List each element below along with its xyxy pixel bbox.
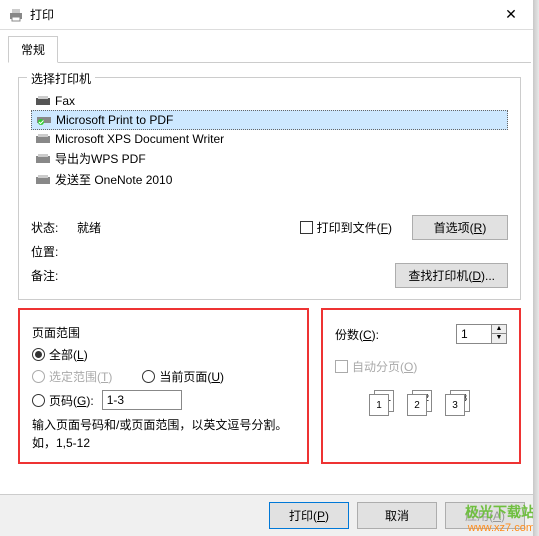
page-stack: 3 3 xyxy=(443,390,475,418)
tab-general[interactable]: 常规 xyxy=(8,36,58,63)
apply-button: 应用(A) xyxy=(445,502,525,529)
printer-item[interactable]: Fax xyxy=(31,92,508,110)
fax-icon xyxy=(35,94,51,108)
dialog-content: 选择打印机 Fax Microsoft Print to PDF Microso… xyxy=(0,63,539,478)
page-stack: 1 1 xyxy=(367,390,399,418)
radio-selection xyxy=(32,370,45,383)
print-button[interactable]: 打印(P) xyxy=(269,502,349,529)
spinner-down[interactable]: ▼ xyxy=(492,334,506,343)
printer-item[interactable]: 导出为WPS PDF xyxy=(31,148,508,169)
page-range-title: 页面范围 xyxy=(32,324,295,341)
printer-group-title: 选择打印机 xyxy=(27,70,95,87)
spinner-up[interactable]: ▲ xyxy=(492,325,506,334)
checkbox-icon xyxy=(335,360,348,373)
collate-checkbox: 自动分页(O) xyxy=(335,358,417,375)
status-row: 状态: 就绪 打印到文件(F) 首选项(R) xyxy=(31,215,508,240)
print-to-file-label: 打印到文件(F) xyxy=(317,219,392,236)
collate-illustration: 1 1 2 2 3 3 xyxy=(335,390,507,418)
print-to-file-checkbox[interactable]: 打印到文件(F) xyxy=(300,219,392,236)
comment-row: 备注: 查找打印机(D)... xyxy=(31,263,508,288)
radio-all[interactable] xyxy=(32,348,45,361)
printer-item[interactable]: Microsoft Print to PDF xyxy=(31,110,508,130)
comment-label: 备注: xyxy=(31,267,77,284)
printer-name: Microsoft Print to PDF xyxy=(56,113,173,127)
radio-current-label: 当前页面(U) xyxy=(159,368,224,385)
printer-item[interactable]: Microsoft XPS Document Writer xyxy=(31,130,508,148)
copies-input[interactable] xyxy=(457,325,491,343)
copies-group: 份数(C): ▲ ▼ 自动分页(O) 1 1 xyxy=(321,308,521,464)
dialog-footer: 打印(P) 取消 应用(A) xyxy=(0,494,539,536)
printer-icon xyxy=(35,132,51,146)
radio-pages[interactable] xyxy=(32,394,45,407)
close-button[interactable]: ✕ xyxy=(491,1,531,29)
status-label: 状态: xyxy=(31,219,77,236)
location-row: 位置: xyxy=(31,243,508,260)
printer-name: 导出为WPS PDF xyxy=(55,150,146,167)
titlebar: 打印 ✕ xyxy=(0,0,539,30)
pages-input[interactable] xyxy=(102,390,182,410)
collate-label: 自动分页(O) xyxy=(352,358,417,375)
radio-all-label: 全部(L) xyxy=(49,346,88,363)
right-border-decoration xyxy=(533,0,539,536)
printer-icon xyxy=(8,7,24,23)
radio-selection-label: 选定范围(T) xyxy=(49,368,112,385)
printer-check-icon xyxy=(36,113,52,127)
find-printer-button[interactable]: 查找打印机(D)... xyxy=(395,263,508,288)
cancel-button[interactable]: 取消 xyxy=(357,502,437,529)
window-title: 打印 xyxy=(30,6,491,23)
printer-name: Fax xyxy=(55,94,75,108)
radio-current[interactable] xyxy=(142,370,155,383)
printer-list[interactable]: Fax Microsoft Print to PDF Microsoft XPS… xyxy=(31,92,508,190)
radio-pages-label: 页码(G): xyxy=(49,392,94,409)
page-range-hint: 输入页面号码和/或页面范围，以英文逗号分割。如，1,5-12 xyxy=(32,416,295,452)
tabs: 常规 xyxy=(0,30,539,63)
copies-label: 份数(C): xyxy=(335,326,379,343)
printer-icon xyxy=(35,152,51,166)
checkbox-icon xyxy=(300,221,313,234)
printer-icon xyxy=(35,173,51,187)
page-stack: 2 2 xyxy=(405,390,437,418)
printer-name: 发送至 OneNote 2010 xyxy=(55,171,172,188)
location-label: 位置: xyxy=(31,243,77,260)
lower-panels: 页面范围 全部(L) 选定范围(T) 当前页面(U) 页码(G): 输入页面号码… xyxy=(18,308,521,464)
page-range-group: 页面范围 全部(L) 选定范围(T) 当前页面(U) 页码(G): 输入页面号码… xyxy=(18,308,309,464)
preferences-button[interactable]: 首选项(R) xyxy=(412,215,508,240)
printer-item[interactable]: 发送至 OneNote 2010 xyxy=(31,169,508,190)
copies-spinner[interactable]: ▲ ▼ xyxy=(456,324,507,344)
printer-group: 选择打印机 Fax Microsoft Print to PDF Microso… xyxy=(18,77,521,300)
printer-name: Microsoft XPS Document Writer xyxy=(55,132,224,146)
status-value: 就绪 xyxy=(77,219,157,236)
